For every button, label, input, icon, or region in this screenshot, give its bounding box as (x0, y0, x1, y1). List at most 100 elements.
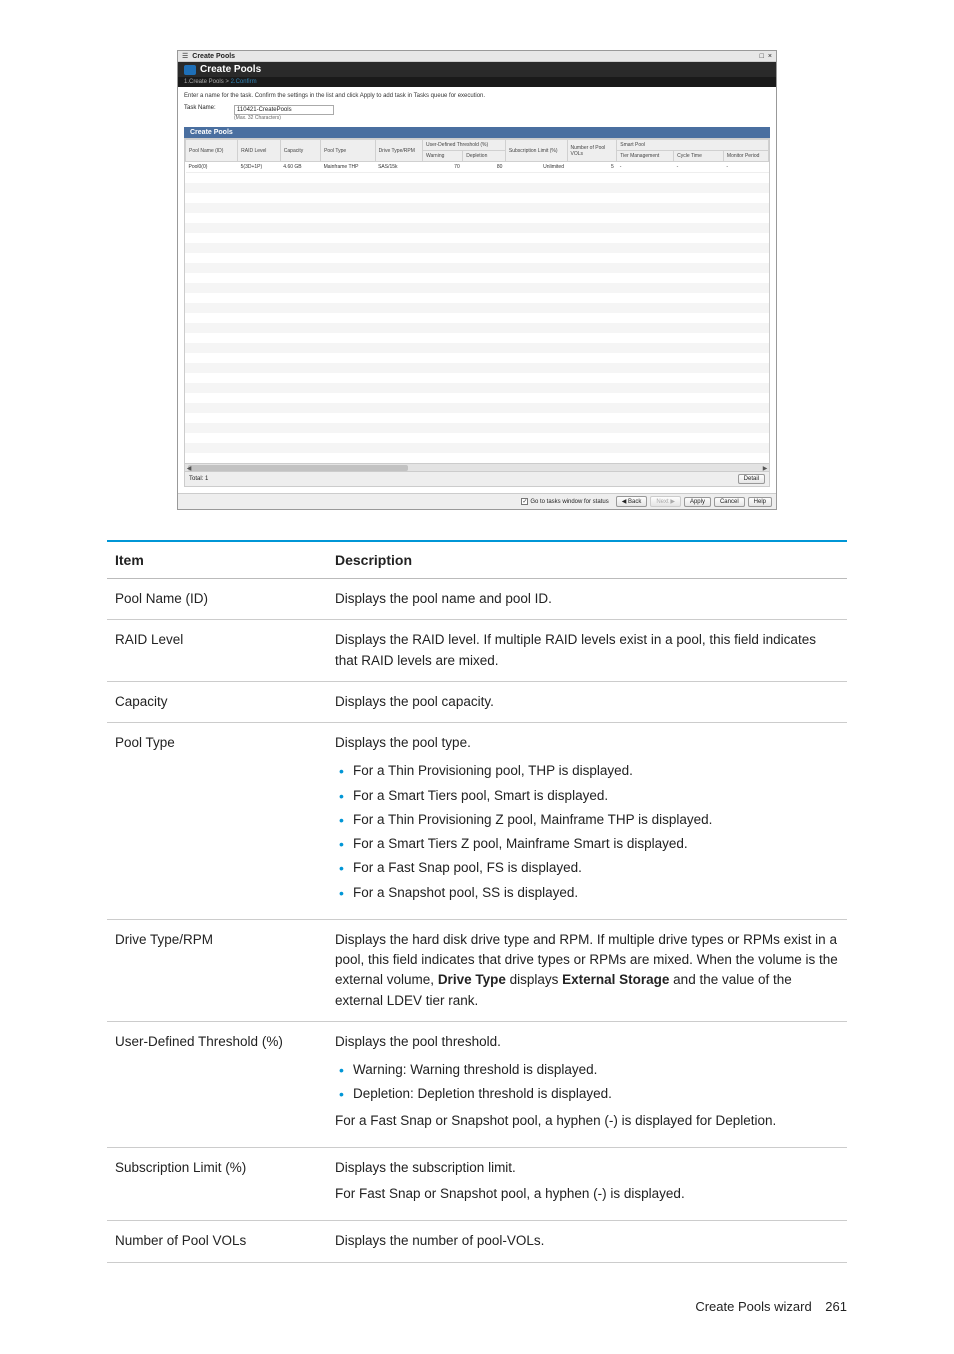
col-num-pool-vols: Number of Pool VOLs (567, 140, 617, 162)
table-row: Number of Pool VOLs Displays the number … (107, 1221, 847, 1262)
cell-capacity: 4.60 GB (280, 162, 320, 173)
desc-header-item: Item (107, 541, 327, 579)
checkbox-icon[interactable]: ✓ (521, 498, 528, 505)
detail-button[interactable]: Detail (738, 474, 765, 484)
list-item: For a Thin Provisioning Z pool, Mainfram… (353, 808, 839, 832)
col-cycle-time: Cycle Time (674, 151, 724, 162)
checkbox-text: Go to tasks window for status (530, 499, 608, 505)
list-item: For a Smart Tiers pool, Smart is display… (353, 784, 839, 808)
pin-icon[interactable]: ☰ (182, 52, 188, 60)
item-cell: Pool Name (ID) (107, 579, 327, 620)
footer-text: Create Pools wizard (695, 1299, 811, 1314)
list-item: For a Snapshot pool, SS is displayed. (353, 881, 839, 905)
page-number: 261 (825, 1299, 847, 1314)
cell-pool-name: Pool0(0) (186, 162, 238, 173)
item-cell: Drive Type/RPM (107, 919, 327, 1021)
item-cell: Pool Type (107, 723, 327, 920)
page-footer: Create Pools wizard 261 (107, 1299, 847, 1314)
col-monitor-period: Monitor Period (723, 151, 768, 162)
instruction-text: Enter a name for the task. Confirm the s… (184, 93, 770, 99)
list-item: For a Smart Tiers Z pool, Mainframe Smar… (353, 832, 839, 856)
bullet-list: Warning: Warning threshold is displayed.… (335, 1058, 839, 1107)
table-row: Capacity Displays the pool capacity. (107, 681, 847, 722)
table-section-title: Create Pools (184, 127, 770, 138)
desc-text: displays (506, 972, 562, 987)
breadcrumb-sep: > (225, 79, 229, 85)
desc-cell: Displays the pool threshold. Warning: Wa… (327, 1021, 847, 1147)
col-pool-type: Pool Type (321, 140, 376, 162)
next-button: Next ▶ (650, 496, 681, 507)
description-table: Item Description Pool Name (ID) Displays… (107, 540, 847, 1263)
scroll-right-icon[interactable]: ▶ (761, 464, 769, 472)
col-smart-pool: Smart Pool (617, 140, 769, 151)
item-cell: Capacity (107, 681, 327, 722)
help-button[interactable]: Help (748, 497, 772, 507)
back-button[interactable]: ◀ Back (616, 496, 648, 507)
table-row[interactable]: Pool0(0) 5(3D+1P) 4.60 GB Mainframe THP … (186, 162, 769, 173)
col-user-threshold: User-Defined Threshold (%) (422, 140, 505, 151)
col-sub-limit: Subscription Limit (%) (505, 140, 567, 162)
cell-warning: 70 (422, 162, 462, 173)
dialog-title: Create Pools (200, 64, 261, 75)
close-icon[interactable]: × (768, 53, 772, 60)
dialog-header: Create Pools (178, 62, 776, 77)
cell-pool-type: Mainframe THP (321, 162, 376, 173)
task-name-input[interactable]: 110421-CreatePools (234, 105, 334, 115)
desc-cell: Displays the number of pool-VOLs. (327, 1221, 847, 1262)
col-tier-mgmt: Tier Management (617, 151, 674, 162)
item-cell: Subscription Limit (%) (107, 1147, 327, 1221)
desc-outro: For a Fast Snap or Snapshot pool, a hyph… (335, 1111, 839, 1131)
total-label: Total: 1 (189, 476, 208, 482)
item-cell: User-Defined Threshold (%) (107, 1021, 327, 1147)
col-drive-type: Drive Type/RPM (375, 140, 422, 162)
desc-cell: Displays the pool capacity. (327, 681, 847, 722)
table-row: Pool Name (ID) Displays the pool name an… (107, 579, 847, 620)
horizontal-scrollbar[interactable]: ◀ ▶ (185, 463, 769, 471)
item-cell: Number of Pool VOLs (107, 1221, 327, 1262)
table-footer-bar: Total: 1 Detail (185, 471, 769, 486)
desc-intro: Displays the subscription limit. (335, 1158, 839, 1178)
list-item: For a Fast Snap pool, FS is displayed. (353, 856, 839, 880)
desc-intro: Displays the pool type. (335, 733, 839, 753)
list-item: Depletion: Depletion threshold is displa… (353, 1082, 839, 1106)
cell-cycle-time: - (674, 162, 724, 173)
col-warning: Warning (422, 151, 462, 162)
cell-drive-type: SAS/15k (375, 162, 422, 173)
hp-logo-icon (184, 65, 196, 75)
table-header: Pool Name (ID) RAID Level Capacity Pool … (186, 140, 769, 162)
cancel-button[interactable]: Cancel (714, 497, 745, 507)
cell-monitor-period: - (723, 162, 768, 173)
pools-table: Pool Name (ID) RAID Level Capacity Pool … (185, 139, 769, 173)
desc-cell: Displays the RAID level. If multiple RAI… (327, 620, 847, 682)
cell-sub-limit: Unlimited (505, 162, 567, 173)
bullet-list: For a Thin Provisioning pool, THP is dis… (335, 759, 839, 905)
wizard-breadcrumb: 1.Create Pools > 2.Confirm (178, 77, 776, 87)
goto-tasks-checkbox-label[interactable]: ✓ Go to tasks window for status (521, 498, 608, 505)
scroll-left-icon[interactable]: ◀ (185, 464, 193, 472)
desc-cell: Displays the pool name and pool ID. (327, 579, 847, 620)
breadcrumb-step-1: 1.Create Pools (184, 79, 224, 85)
list-item: Warning: Warning threshold is displayed. (353, 1058, 839, 1082)
desc-cell: Displays the pool type. For a Thin Provi… (327, 723, 847, 920)
window-title: Create Pools (192, 53, 235, 60)
maximize-icon[interactable]: □ (760, 53, 764, 60)
col-raid-level: RAID Level (238, 140, 281, 162)
table-row: User-Defined Threshold (%) Displays the … (107, 1021, 847, 1147)
desc-intro: Displays the pool threshold. (335, 1032, 839, 1052)
table-row: Drive Type/RPM Displays the hard disk dr… (107, 919, 847, 1021)
desc-header-desc: Description (327, 541, 847, 579)
list-item: For a Thin Provisioning pool, THP is dis… (353, 759, 839, 783)
task-name-hint: (Max. 32 Characters) (234, 115, 334, 121)
apply-button[interactable]: Apply (684, 497, 711, 507)
col-capacity: Capacity (280, 140, 320, 162)
desc-cell: Displays the subscription limit. For Fas… (327, 1147, 847, 1221)
col-depletion: Depletion (463, 151, 506, 162)
item-cell: RAID Level (107, 620, 327, 682)
empty-rows-area (185, 173, 769, 463)
desc-outro: For Fast Snap or Snapshot pool, a hyphen… (335, 1184, 839, 1204)
cell-depletion: 80 (463, 162, 506, 173)
task-name-label: Task Name: (184, 105, 228, 111)
window-titlebar: ☰ Create Pools □ × (178, 51, 776, 62)
table-row: RAID Level Displays the RAID level. If m… (107, 620, 847, 682)
screenshot-panel: ☰ Create Pools □ × Create Pools 1.Create… (177, 50, 777, 510)
